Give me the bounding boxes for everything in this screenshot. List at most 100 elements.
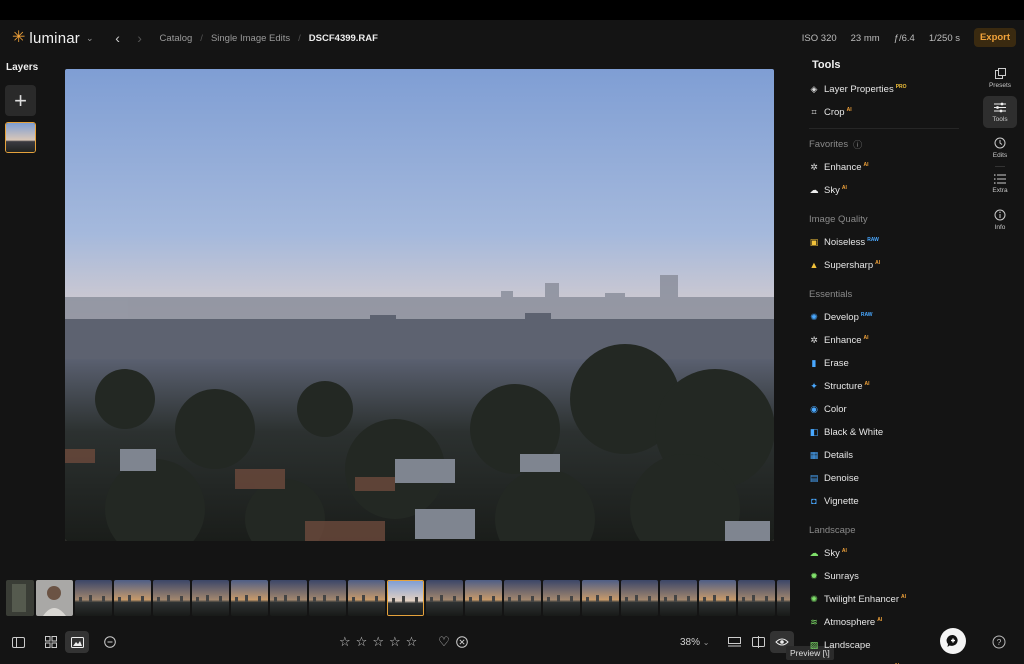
filmstrip-thumbnail[interactable] — [114, 580, 151, 616]
back-arrow-icon[interactable]: ‹ — [110, 30, 126, 46]
breadcrumb-single-image-edits[interactable]: Single Image Edits — [211, 33, 290, 44]
tool-sunrays[interactable]: ✹ Sunrays — [809, 565, 959, 588]
filmstrip-thumbnail[interactable] — [387, 580, 424, 616]
chat-assistant-button[interactable] — [940, 628, 966, 654]
landscape-icon: ▨ — [809, 640, 819, 650]
tool-structure[interactable]: ✦ Structure AI — [809, 375, 959, 398]
tool-tag-ai: AI — [841, 184, 847, 191]
filmstrip-thumbnail[interactable] — [75, 580, 112, 616]
tool-erase[interactable]: ▮ Erase — [809, 352, 959, 375]
filmstrip-thumbnail[interactable] — [621, 580, 658, 616]
sidebar-toggle-icon — [11, 636, 25, 648]
rail-tools[interactable]: Tools — [983, 96, 1017, 128]
filmstrip-thumbnail[interactable] — [465, 580, 502, 616]
main-photo-canvas[interactable] — [65, 69, 774, 541]
filmstrip-thumbnail[interactable] — [153, 580, 190, 616]
toggle-panel-button[interactable] — [6, 631, 30, 653]
layer-thumbnail-image — [6, 123, 35, 152]
svg-text:?: ? — [997, 637, 1002, 647]
thumbnail-image — [36, 580, 73, 616]
filmstrip-thumbnail[interactable] — [426, 580, 463, 616]
forward-arrow-icon[interactable]: › — [132, 30, 148, 46]
star-icon[interactable]: ☆ — [406, 635, 418, 648]
filmstrip-thumbnail[interactable] — [660, 580, 697, 616]
tool-label: Layer Properties — [824, 84, 894, 95]
tool-atmosphere[interactable]: ≋ Atmosphere AI — [809, 611, 959, 634]
filmstrip-thumbnail[interactable] — [543, 580, 580, 616]
tool-sky[interactable]: ☁ Sky AI — [809, 542, 959, 565]
cloud-icon: ☁ — [809, 185, 819, 195]
tool-tag-ai: AI — [863, 334, 869, 341]
tool-sky[interactable]: ☁ Sky AI — [809, 179, 959, 202]
filmstrip-toggle-button[interactable] — [722, 631, 746, 653]
layer-thumbnail[interactable] — [5, 122, 36, 153]
supersharp-icon: ▲ — [809, 260, 819, 270]
tool-landscape[interactable]: ▨ Landscape — [809, 634, 959, 657]
tool-supersharp[interactable]: ▲ Supersharp AI — [809, 254, 959, 277]
tool-label: Sunrays — [824, 571, 859, 582]
thumbnail-image — [621, 580, 658, 616]
exif-aperture: ƒ/6.4 — [893, 32, 915, 44]
star-icon[interactable]: ☆ — [339, 635, 351, 648]
rail-info[interactable]: Info — [983, 204, 1017, 236]
filmstrip-thumbnail[interactable] — [348, 580, 385, 616]
rail-presets[interactable]: Presets — [983, 62, 1017, 94]
tool-color[interactable]: ◉ Color — [809, 398, 959, 421]
tool-crop[interactable]: ⌗ Crop AI — [809, 101, 959, 124]
tool-tag-ai: AI — [877, 616, 883, 623]
filmstrip-thumbnail[interactable] — [270, 580, 307, 616]
tool-vignette[interactable]: ◘ Vignette — [809, 490, 959, 513]
list-icon — [994, 174, 1006, 184]
tool-denoise[interactable]: ▤ Denoise — [809, 467, 959, 490]
compare-button[interactable] — [746, 631, 770, 653]
tool-tag-ai: AI — [875, 259, 881, 266]
zoom-level: 38% — [680, 637, 701, 648]
filmstrip-thumbnail[interactable] — [582, 580, 619, 616]
filmstrip-thumbnail[interactable] — [231, 580, 268, 616]
divider — [809, 128, 959, 129]
filmstrip-thumbnail[interactable] — [504, 580, 541, 616]
tool-develop[interactable]: ✺ Develop RAW — [809, 306, 959, 329]
rail-label: Tools — [992, 115, 1008, 123]
tool-water-enhancer[interactable]: ≈Water EnhancerAI — [809, 657, 959, 664]
zoom-out-button[interactable] — [98, 631, 122, 653]
tool-label: Atmosphere — [824, 617, 876, 628]
star-icon[interactable]: ☆ — [372, 635, 384, 648]
tool-enhance[interactable]: ✲ Enhance AI — [809, 156, 959, 179]
tool-layer-properties[interactable]: ◈ Layer Properties PRO — [809, 78, 959, 101]
filmstrip-thumbnail[interactable] — [6, 580, 34, 616]
app-logo-menu[interactable]: ✳ luminar ⌄ — [12, 30, 94, 47]
grid-view-button[interactable] — [39, 631, 63, 653]
breadcrumb-catalog[interactable]: Catalog — [160, 33, 193, 44]
rail-edits[interactable]: Edits — [983, 132, 1017, 164]
sliders-icon — [994, 102, 1006, 113]
tool-twilight-enhancer[interactable]: ✺ Twilight Enhancer AI — [809, 588, 959, 611]
star-icon[interactable]: ☆ — [389, 635, 401, 648]
tool-black-white[interactable]: ◧ Black & White — [809, 421, 959, 444]
filmstrip-thumbnail[interactable] — [192, 580, 229, 616]
filmstrip-thumbnail[interactable] — [777, 580, 790, 616]
info-icon[interactable]: ⓘ — [853, 138, 862, 151]
thumbnail-image — [738, 580, 775, 616]
filmstrip-thumbnail[interactable] — [309, 580, 346, 616]
export-button[interactable]: Export — [974, 28, 1016, 47]
filmstrip-thumbnail[interactable] — [738, 580, 775, 616]
chat-bubble-icon — [946, 634, 958, 647]
breadcrumb-separator: / — [200, 32, 203, 44]
thumbnail-image — [543, 580, 580, 616]
tool-label: Supersharp — [824, 260, 874, 271]
add-layer-button[interactable]: + — [5, 85, 36, 116]
filmstrip-thumbnail[interactable] — [699, 580, 736, 616]
zoom-level-dropdown[interactable]: 38% ⌄ — [680, 637, 710, 648]
help-button[interactable]: ? — [992, 635, 1006, 649]
reject-button[interactable] — [450, 631, 474, 653]
section-title: Landscape — [809, 525, 856, 536]
tool-noiseless[interactable]: ▣ Noiseless RAW — [809, 231, 959, 254]
star-icon[interactable]: ☆ — [356, 635, 368, 648]
tool-enhance[interactable]: ✲ Enhance AI — [809, 329, 959, 352]
single-view-button[interactable] — [65, 631, 89, 653]
filmstrip-thumbnail[interactable] — [36, 580, 73, 616]
image-icon — [70, 636, 84, 648]
rail-extra[interactable]: Extra — [983, 168, 1017, 200]
tool-details[interactable]: ▦ Details — [809, 444, 959, 467]
